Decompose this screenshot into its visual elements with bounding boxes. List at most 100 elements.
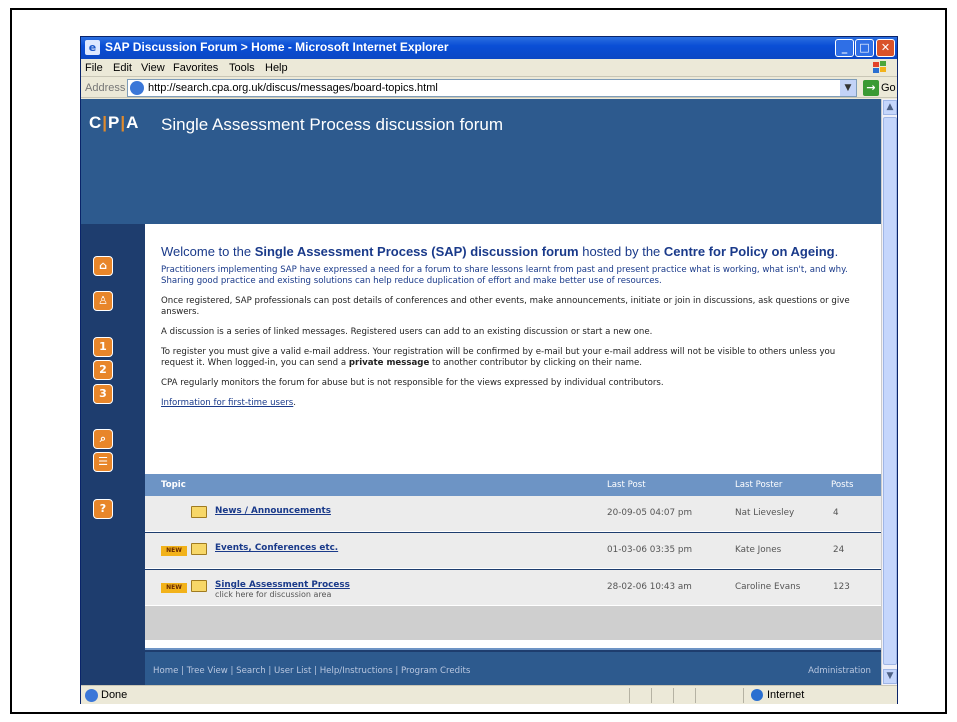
go-arrow-icon[interactable]: → [863, 80, 879, 96]
status-divider [629, 688, 630, 703]
welcome-prefix: Welcome to the [161, 244, 255, 259]
zone-text: Internet [767, 689, 805, 701]
site-title: Single Assessment Process discussion for… [161, 115, 504, 134]
internet-zone-icon [751, 689, 763, 701]
close-button[interactable]: ✕ [876, 39, 895, 57]
last-post-date: 01-03-06 03:35 pm [607, 545, 693, 555]
status-divider [651, 688, 652, 703]
welcome-host-name: Centre for Policy on Ageing [663, 244, 835, 259]
topic-link[interactable]: Single Assessment Process [215, 580, 350, 590]
welcome-end: . [834, 244, 839, 259]
last-poster[interactable]: Caroline Evans [735, 582, 800, 592]
tree-view-icon[interactable]: ☰ [93, 452, 113, 472]
table-row: News / Announcements 20-09-05 04:07 pm N… [145, 496, 881, 532]
vertical-scrollbar[interactable]: ▲ ▼ [881, 99, 897, 685]
help-icon[interactable]: ? [93, 499, 113, 519]
table-row: NEW Single Assessment Process click here… [145, 570, 881, 606]
address-label: Address [85, 82, 126, 94]
logo-a: A [126, 113, 140, 132]
last-poster[interactable]: Kate Jones [735, 545, 781, 555]
site-footer: Home | Tree View | Search | User List | … [145, 652, 881, 685]
post-count: 123 [833, 582, 850, 592]
status-divider [673, 688, 674, 703]
welcome-mid: hosted by the [578, 244, 664, 259]
discussion-paragraph: A discussion is a series of linked messa… [161, 327, 653, 337]
post-count: 4 [833, 508, 839, 518]
last-poster[interactable]: Nat Lievesley [735, 508, 794, 518]
address-url: http://search.cpa.org.uk/discus/messages… [148, 82, 438, 94]
cpa-logo[interactable]: C|P|A [89, 113, 139, 133]
logo-p: P [108, 113, 121, 132]
title-bar: e SAP Discussion Forum > Home - Microsof… [81, 37, 897, 59]
page-icon [130, 81, 144, 95]
welcome-forum-name: Single Assessment Process (SAP) discussi… [254, 244, 579, 259]
minimize-button[interactable]: _ [835, 39, 854, 57]
page-viewport: C|P|A Single Assessment Process discussi… [81, 99, 881, 685]
post-count: 24 [833, 545, 845, 555]
menu-help[interactable]: Help [265, 62, 288, 74]
folder-icon [191, 580, 207, 592]
user-icon[interactable]: ♙ [93, 291, 113, 311]
document-1-icon[interactable]: 1 [93, 337, 113, 357]
welcome-heading: Welcome to the Single Assessment Process… [161, 244, 865, 259]
table-spacer [145, 606, 881, 640]
footer-links[interactable]: Home | Tree View | Search | User List | … [153, 666, 470, 676]
col-posts: Posts [831, 480, 854, 490]
new-badge-icon: NEW [161, 583, 187, 593]
last-post-date: 28-02-06 10:43 am [607, 582, 692, 592]
last-post-date: 20-09-05 04:07 pm [607, 508, 693, 518]
maximize-button[interactable]: □ [855, 39, 874, 57]
logo-c: C [89, 113, 103, 132]
col-last-poster: Last Poster [735, 480, 783, 490]
browser-window: e SAP Discussion Forum > Home - Microsof… [80, 36, 898, 704]
menu-file[interactable]: File [85, 62, 103, 74]
info-end: . [293, 398, 297, 408]
menu-view[interactable]: View [141, 62, 165, 74]
ie-icon: e [85, 40, 100, 55]
search-icon[interactable]: ⌕ [93, 429, 113, 449]
document-2-icon[interactable]: 2 [93, 360, 113, 380]
topics-table-header: Topic Last Post Last Poster Posts [145, 474, 881, 496]
menu-edit[interactable]: Edit [113, 62, 132, 74]
topic-link[interactable]: Events, Conferences etc. [215, 543, 338, 553]
status-text: Done [101, 689, 128, 701]
menu-favorites[interactable]: Favorites [173, 62, 218, 74]
admin-link[interactable]: Administration [808, 666, 871, 676]
address-input[interactable]: http://search.cpa.org.uk/discus/messages… [127, 79, 857, 97]
scroll-up-icon[interactable]: ▲ [883, 100, 897, 115]
sidebar-nav: ⌂ ♙ 1 2 3 ⌕ ☰ ? [81, 224, 145, 685]
folder-icon [191, 506, 207, 518]
status-bar: Done Internet [81, 685, 897, 704]
table-divider [145, 640, 881, 650]
status-divider [743, 688, 744, 703]
col-topic: Topic [161, 480, 186, 490]
monitor-paragraph: CPA regularly monitors the forum for abu… [161, 378, 664, 388]
topic-link[interactable]: News / Announcements [215, 506, 331, 516]
welcome-content: Welcome to the Single Assessment Process… [145, 224, 881, 474]
new-badge-icon: NEW [161, 546, 187, 556]
table-row: NEW Events, Conferences etc. 01-03-06 03… [145, 533, 881, 569]
windows-logo-icon [873, 61, 886, 73]
address-bar: Address http://search.cpa.org.uk/discus/… [81, 78, 897, 98]
folder-icon [191, 543, 207, 555]
page-done-icon [85, 689, 98, 702]
document-3-icon[interactable]: 3 [93, 384, 113, 404]
scroll-thumb[interactable] [883, 117, 897, 665]
private-message-text: private message [348, 358, 430, 368]
first-time-users-link[interactable]: Information for first-time users [161, 398, 293, 408]
status-divider [695, 688, 696, 703]
window-title: SAP Discussion Forum > Home - Microsoft … [105, 40, 449, 54]
home-icon[interactable]: ⌂ [93, 256, 113, 276]
menu-tools[interactable]: Tools [229, 62, 255, 74]
register-info-paragraph: To register you must give a valid e-mail… [161, 347, 865, 369]
go-button[interactable]: Go [881, 82, 896, 94]
address-dropdown-icon[interactable]: ▼ [840, 80, 856, 96]
topic-subtitle: click here for discussion area [215, 590, 332, 599]
col-last-post: Last Post [607, 480, 646, 490]
intro-paragraph: Practitioners implementing SAP have expr… [161, 265, 848, 286]
scroll-down-icon[interactable]: ▼ [883, 669, 897, 684]
registration-paragraph: Once registered, SAP professionals can p… [161, 296, 850, 317]
menu-bar: File Edit View Favorites Tools Help [81, 59, 897, 77]
site-header: C|P|A Single Assessment Process discussi… [81, 99, 881, 224]
register-info-b: to another contributor by clicking on th… [429, 358, 643, 368]
